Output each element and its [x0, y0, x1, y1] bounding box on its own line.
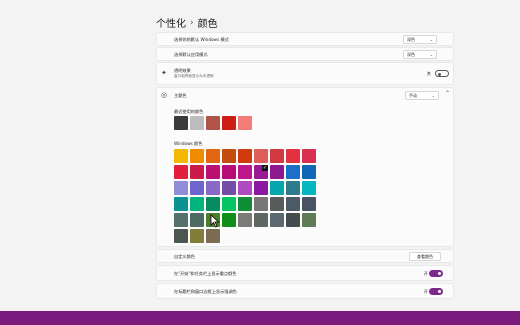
windows-color-swatch[interactable] [206, 181, 220, 195]
windows-color-swatch[interactable] [222, 181, 236, 195]
windows-color-swatch[interactable] [206, 197, 220, 211]
windows-color-swatch[interactable] [174, 229, 188, 243]
accent-mode-value: 手动 [409, 92, 417, 98]
windows-color-swatch[interactable] [174, 165, 188, 179]
windows-color-swatch[interactable] [302, 181, 316, 195]
chevron-down-icon: ⌄ [431, 93, 435, 98]
breadcrumb-separator: › [190, 17, 194, 28]
windows-color-swatch[interactable]: ✓ [253, 164, 269, 180]
windows-color-swatch[interactable] [286, 213, 300, 227]
windows-color-swatch[interactable] [270, 181, 284, 195]
windows-color-swatch[interactable] [174, 181, 188, 195]
windows-color-swatch[interactable] [238, 213, 252, 227]
windows-color-swatch[interactable] [222, 165, 236, 179]
windows-color-swatch[interactable] [222, 197, 236, 211]
windows-color-swatch[interactable] [174, 213, 188, 227]
view-colors-button[interactable]: 查看颜色 [409, 252, 441, 261]
windows-color-swatch[interactable] [190, 229, 204, 243]
transparency-row: ✦ 透明效果 窗口和界面显示为半透明 关 [156, 62, 454, 85]
breadcrumb-parent[interactable]: 个性化 [156, 15, 186, 30]
windows-color-swatch[interactable] [286, 197, 300, 211]
app-mode-label: 选择默认应用模式 [174, 52, 208, 57]
windows-color-swatch[interactable] [270, 165, 284, 179]
chevron-down-icon: ⌄ [429, 37, 433, 42]
app-mode-dropdown[interactable]: 深色 ⌄ [403, 50, 437, 59]
windows-color-swatch[interactable] [302, 149, 316, 163]
windows-mode-value: 深色 [407, 36, 415, 42]
app-mode-row: 选择默认应用模式 深色 ⌄ [156, 47, 454, 61]
windows-color-swatch[interactable] [286, 165, 300, 179]
start-taskbar-row: 在"开始"和任务栏上显示重点颜色 开 [156, 265, 454, 281]
windows-color-swatch[interactable] [254, 197, 268, 211]
transparency-subtitle: 窗口和界面显示为半透明 [174, 74, 214, 78]
windows-color-swatch[interactable] [190, 149, 204, 163]
windows-color-swatch[interactable] [302, 213, 316, 227]
taskbar [0, 311, 520, 325]
chevron-down-icon: ⌄ [429, 52, 433, 57]
windows-mode-row: 选择你的默认 Windows 模式 深色 ⌄ [156, 32, 454, 46]
windows-color-swatch[interactable] [206, 165, 220, 179]
recent-color-swatch[interactable] [222, 116, 236, 130]
windows-color-swatch[interactable] [302, 165, 316, 179]
accent-mode-dropdown[interactable]: 手动 ⌄ [405, 91, 439, 100]
accent-color-panel: ◎ 主题色 手动 ⌄ ⌃ 最近使用的颜色 Windows 颜色 ✓ [156, 87, 454, 247]
windows-color-swatch[interactable] [174, 197, 188, 211]
recent-color-swatch[interactable] [190, 116, 204, 130]
windows-color-swatch[interactable] [302, 197, 316, 211]
transparency-icon: ✦ [161, 69, 167, 77]
windows-color-swatch[interactable] [238, 165, 252, 179]
title-bars-state: 开 [423, 289, 428, 294]
breadcrumb: 个性化 › 颜色 [156, 15, 218, 31]
start-taskbar-state: 开 [423, 271, 428, 276]
mouse-cursor-icon [210, 214, 220, 228]
checkmark-icon: ✓ [262, 165, 268, 171]
title-bars-toggle[interactable] [429, 288, 443, 295]
page-title: 颜色 [197, 19, 218, 30]
windows-color-swatch[interactable] [286, 149, 300, 163]
windows-color-swatch[interactable] [238, 197, 252, 211]
windows-color-swatch[interactable] [238, 181, 252, 195]
transparency-toggle[interactable] [435, 70, 449, 77]
windows-color-swatch[interactable] [254, 213, 268, 227]
windows-colors-label: Windows 颜色 [174, 141, 203, 146]
title-bars-label: 在标题栏和窗口边框上显示强调色 [174, 289, 237, 294]
title-bars-row: 在标题栏和窗口边框上显示强调色 开 [156, 283, 454, 299]
windows-color-swatch[interactable] [222, 149, 236, 163]
accent-title: 主题色 [174, 93, 187, 98]
windows-color-swatch[interactable] [206, 229, 220, 243]
windows-color-swatch[interactable] [206, 149, 220, 163]
custom-colors-row: 自定义颜色 查看颜色 [156, 249, 454, 263]
custom-colors-label: 自定义颜色 [174, 254, 195, 259]
windows-color-swatch[interactable] [254, 181, 268, 195]
recent-colors-label: 最近使用的颜色 [174, 109, 204, 114]
windows-color-swatch[interactable] [174, 149, 188, 163]
app-mode-value: 深色 [407, 51, 415, 57]
start-taskbar-toggle[interactable] [429, 270, 443, 277]
windows-color-swatch[interactable] [270, 197, 284, 211]
settings-page: 个性化 › 颜色 选择你的默认 Windows 模式 深色 ⌄ 选择默认应用模式… [0, 0, 520, 311]
palette-icon: ◎ [161, 91, 168, 99]
windows-color-swatch[interactable] [190, 165, 204, 179]
chevron-up-icon[interactable]: ⌃ [445, 90, 450, 97]
transparency-state: 关 [426, 71, 431, 76]
recent-color-swatch[interactable] [174, 116, 188, 130]
windows-color-swatch[interactable] [270, 213, 284, 227]
windows-color-swatch[interactable] [270, 149, 284, 163]
start-taskbar-label: 在"开始"和任务栏上显示重点颜色 [174, 271, 237, 276]
windows-color-swatch[interactable] [190, 181, 204, 195]
recent-color-swatch[interactable] [206, 116, 220, 130]
windows-color-swatch[interactable] [222, 213, 236, 227]
windows-color-swatch[interactable] [190, 197, 204, 211]
windows-mode-dropdown[interactable]: 深色 ⌄ [403, 35, 437, 44]
windows-color-swatch[interactable] [286, 181, 300, 195]
recent-color-swatch[interactable] [238, 116, 252, 130]
windows-color-swatch[interactable] [254, 149, 268, 163]
windows-color-swatch[interactable] [238, 149, 252, 163]
windows-color-swatch[interactable] [190, 213, 204, 227]
windows-mode-label: 选择你的默认 Windows 模式 [174, 37, 229, 42]
